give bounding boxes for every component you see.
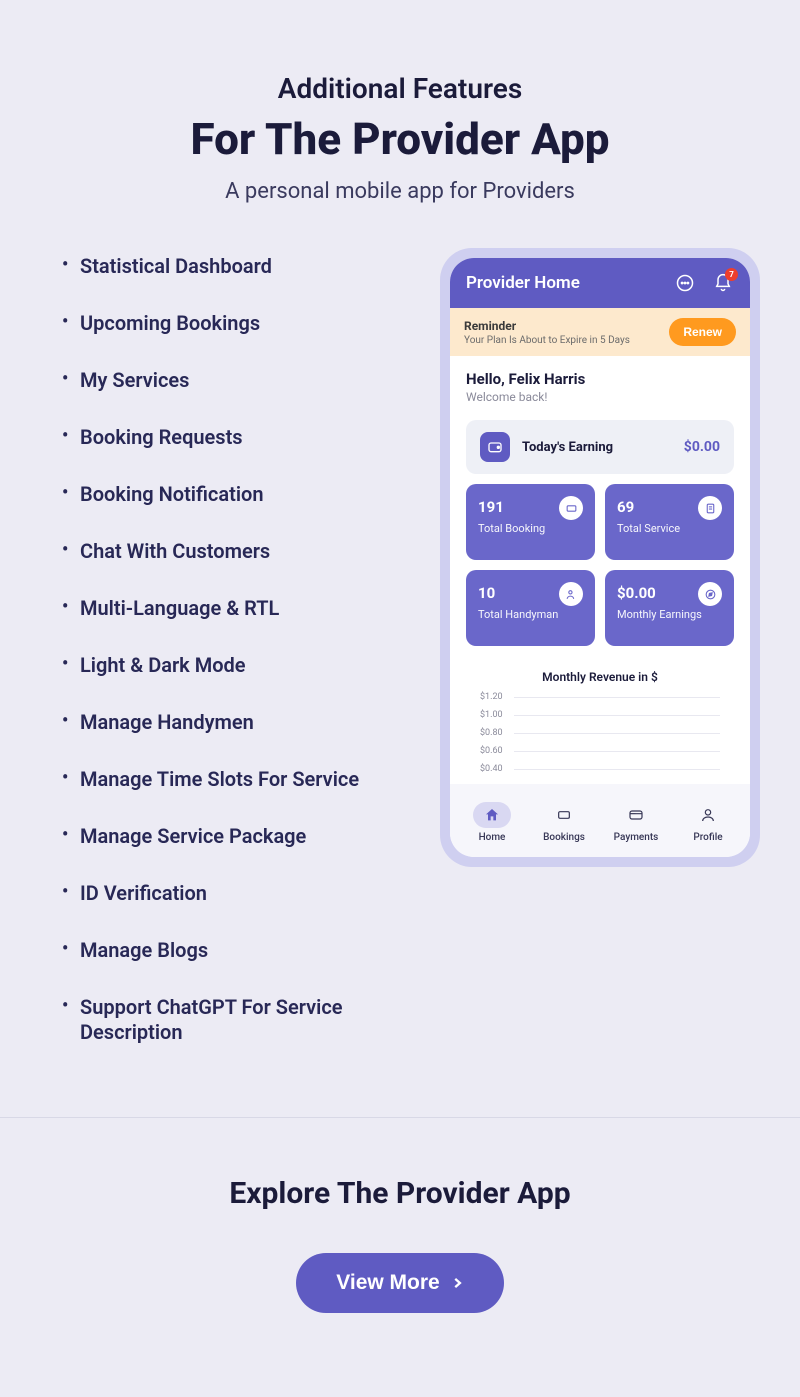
ticket-icon	[559, 496, 583, 520]
list-item: Manage Service Package	[62, 824, 416, 849]
phone-app-bar: Provider Home 7	[450, 258, 750, 308]
stat-label: Total Booking	[478, 522, 583, 535]
chart-ytick: $1.20	[480, 692, 503, 702]
nav-label: Payments	[600, 832, 672, 843]
earning-label: Today's Earning	[522, 440, 672, 455]
stat-card-handyman[interactable]: 10 Total Handyman	[466, 570, 595, 646]
today-earning-card[interactable]: Today's Earning $0.00	[466, 420, 734, 474]
list-item: Upcoming Bookings	[62, 311, 416, 336]
list-item: Manage Blogs	[62, 938, 416, 963]
chart-ytick: $0.60	[480, 746, 503, 756]
stat-label: Monthly Earnings	[617, 608, 722, 621]
reminder-banner: Reminder Your Plan Is About to Expire in…	[450, 308, 750, 356]
nav-label: Bookings	[528, 832, 600, 843]
notification-badge: 7	[725, 268, 738, 281]
nav-home[interactable]: Home	[456, 802, 528, 843]
feature-list: Statistical Dashboard Upcoming Bookings …	[62, 248, 416, 1077]
list-item: Multi-Language & RTL	[62, 596, 416, 621]
nav-label: Profile	[672, 832, 744, 843]
nav-label: Home	[456, 832, 528, 843]
card-icon	[617, 802, 655, 828]
list-item: Chat With Customers	[62, 539, 416, 564]
list-item: ID Verification	[62, 881, 416, 906]
bell-icon[interactable]: 7	[712, 272, 734, 294]
document-icon	[698, 496, 722, 520]
reminder-title: Reminder	[464, 319, 630, 333]
greeting-hello: Hello, Felix Harris	[466, 370, 734, 388]
reminder-text: Your Plan Is About to Expire in 5 Days	[464, 335, 630, 346]
list-item: Support ChatGPT For Service Description	[62, 995, 416, 1045]
footer-title: Explore The Provider App	[40, 1176, 760, 1211]
stat-card-earnings[interactable]: $0.00 Monthly Earnings	[605, 570, 734, 646]
chart-title: Monthly Revenue in $	[480, 670, 720, 684]
view-more-button[interactable]: View More	[296, 1253, 503, 1313]
list-item: Light & Dark Mode	[62, 653, 416, 678]
list-item: My Services	[62, 368, 416, 393]
chat-icon[interactable]	[674, 272, 696, 294]
wallet-icon	[480, 432, 510, 462]
chevron-right-icon	[450, 1274, 464, 1292]
ticket-icon	[545, 802, 583, 828]
revenue-chart: Monthly Revenue in $ $1.20 $1.00 $0.80 $…	[466, 658, 734, 784]
list-item: Manage Time Slots For Service	[62, 767, 416, 792]
people-icon	[559, 582, 583, 606]
header-title: For The Provider App	[40, 113, 760, 165]
stat-card-services[interactable]: 69 Total Service	[605, 484, 734, 560]
chart-ytick: $1.00	[480, 710, 503, 720]
bottom-nav: Home Bookings Payments Profile	[450, 792, 750, 857]
chart-ytick: $0.80	[480, 728, 503, 738]
view-more-label: View More	[336, 1271, 439, 1295]
stat-label: Total Service	[617, 522, 722, 535]
chart-ytick: $0.40	[480, 764, 503, 774]
stat-label: Total Handyman	[478, 608, 583, 621]
stat-card-bookings[interactable]: 191 Total Booking	[466, 484, 595, 560]
phone-mockup: Provider Home 7 Reminder You	[440, 248, 760, 867]
home-icon	[473, 802, 511, 828]
profile-icon	[689, 802, 727, 828]
nav-profile[interactable]: Profile	[672, 802, 744, 843]
header-overline: Additional Features	[40, 72, 760, 105]
list-item: Booking Notification	[62, 482, 416, 507]
list-item: Booking Requests	[62, 425, 416, 450]
phone-app-title: Provider Home	[466, 273, 580, 293]
header-subtitle: A personal mobile app for Providers	[40, 179, 760, 204]
list-item: Statistical Dashboard	[62, 254, 416, 279]
nav-bookings[interactable]: Bookings	[528, 802, 600, 843]
earning-value: $0.00	[684, 439, 720, 455]
renew-button[interactable]: Renew	[669, 318, 736, 346]
greeting-welcome: Welcome back!	[466, 390, 734, 404]
nav-payments[interactable]: Payments	[600, 802, 672, 843]
greeting-block: Hello, Felix Harris Welcome back!	[450, 356, 750, 410]
list-item: Manage Handymen	[62, 710, 416, 735]
explore-icon	[698, 582, 722, 606]
